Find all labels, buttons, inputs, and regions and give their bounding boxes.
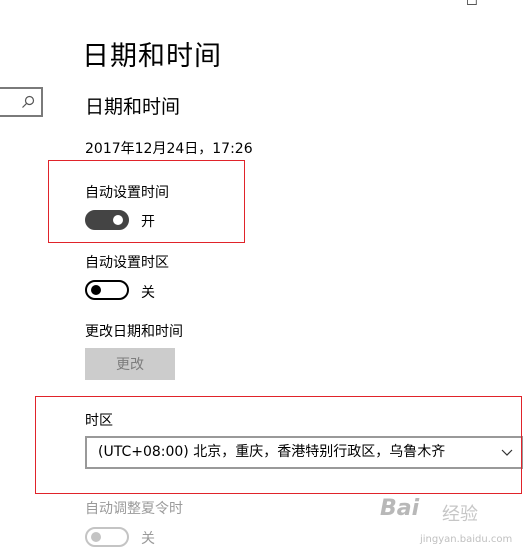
change-datetime-label: 更改日期和时间 (85, 324, 183, 340)
page-title: 日期和时间 (82, 41, 222, 72)
daylight-saving-state: 关 (141, 531, 155, 547)
change-button[interactable]: 更改 (85, 348, 175, 380)
current-datetime: 2017年12月24日，17:26 (85, 141, 253, 157)
watermark-url: jingyan.baidu.com (420, 534, 513, 545)
search-input[interactable] (0, 87, 43, 117)
daylight-saving-label: 自动调整夏令时 (85, 501, 183, 517)
baidu-logo: Bai (380, 496, 420, 521)
watermark-text: 经验 (442, 504, 478, 525)
search-icon (22, 95, 35, 108)
annotation-box-timezone (35, 396, 522, 494)
auto-timezone-toggle[interactable] (85, 280, 129, 300)
auto-timezone-label: 自动设置时区 (85, 255, 169, 271)
auto-timezone-state: 关 (141, 285, 155, 301)
toggle-knob (91, 532, 101, 542)
daylight-saving-toggle[interactable] (85, 527, 129, 547)
section-title: 日期和时间 (85, 96, 181, 118)
window-restore-icon[interactable]: ☐ (466, 0, 478, 9)
watermark: Bai 经验 jingyan.baidu.com (380, 496, 520, 552)
toggle-knob (91, 285, 101, 295)
date-time-settings-page: ☐ 日期和时间 日期和时间 2017年12月24日，17:26 自动设置时间 开… (0, 0, 529, 552)
annotation-box-auto-time (48, 160, 245, 243)
